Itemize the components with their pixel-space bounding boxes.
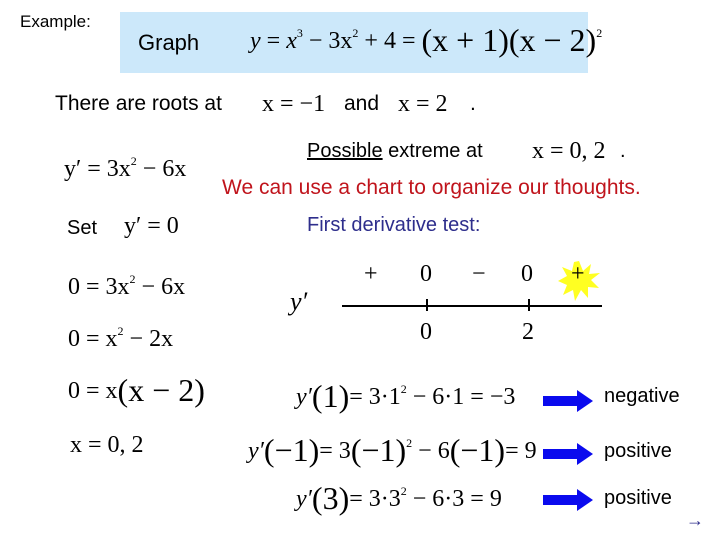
eq-term2-exp: 2 (352, 26, 359, 40)
right-arrow-icon (543, 390, 593, 412)
deriv-rhs: − 6x (142, 156, 187, 182)
solve-step-2: 0 = x2 − 2x (68, 324, 174, 353)
eq-term2: − 3x (308, 28, 353, 54)
possible-underlined: Possible (307, 140, 383, 162)
step-exp: 2 (129, 272, 136, 286)
solve-step-4: x = 0, 2 (70, 432, 144, 458)
chart-message: We can use a chart to organize our thoug… (222, 176, 641, 199)
sign-at-2: 0 (521, 261, 533, 287)
eq-term3: + 4 = (364, 28, 416, 54)
sign-chart-label: y′ (290, 287, 308, 316)
eval-paren: (−1) (350, 432, 407, 468)
step-pre: 0 = x (68, 326, 118, 352)
sign-interval-2: − (472, 261, 486, 287)
eval-exp: 2 (400, 382, 407, 396)
right-arrow-icon (543, 489, 593, 511)
graph-equation: y = x3 − 3x2 + 4 = (x + 1)(x − 2)2 (250, 24, 603, 56)
eval-arg: (3) (311, 480, 350, 516)
step-exp: 2 (117, 324, 124, 338)
eq-term1-exp: 3 (296, 26, 303, 40)
evaluation-2: y′(−1)= 3(−1)2 − 6(−1)= 9 (248, 434, 537, 466)
critical-point-0: 0 (420, 319, 432, 345)
roots-and: and (344, 92, 380, 115)
step-paren: (x − 2) (117, 372, 205, 408)
result-1: negative (604, 385, 680, 407)
evaluation-3: y′(3)= 3·32 − 6·3 = 9 (296, 482, 502, 514)
sign-at-0: 0 (420, 261, 432, 287)
next-slide-icon[interactable]: → (686, 510, 704, 531)
eval-lhs: y′ (296, 486, 312, 512)
deriv-lhs: y′ = 3x (64, 156, 131, 182)
solve-step-3: 0 = x(x − 2) (68, 374, 205, 406)
eval-rhs-b: − 6·3 = 9 (412, 486, 502, 512)
eq-equals: = (266, 28, 281, 54)
eq-term1: x (286, 28, 297, 54)
step-pre: 0 = x (68, 378, 118, 404)
set-label: Set (67, 217, 98, 239)
roots-text: There are roots at (55, 92, 222, 115)
tick-2 (528, 299, 530, 311)
number-line (342, 305, 602, 307)
tick-0 (426, 299, 428, 311)
eval-rhs-a: = 3·3 (349, 486, 401, 512)
roots-period: . (470, 92, 476, 115)
eval-rhs-a: = 3·1 (349, 384, 401, 410)
root-1: x = −1 (262, 91, 326, 117)
root-2: x = 2 (398, 91, 448, 117)
eval-rhs-b: − 6·1 = −3 (412, 384, 516, 410)
solve-step-1: 0 = 3x2 − 6x (68, 272, 186, 301)
eval-arg: (1) (311, 378, 350, 414)
deriv-exp: 2 (130, 154, 137, 168)
first-derivative-test-label: First derivative test: (307, 214, 481, 236)
set-equation: y′ = 0 (124, 213, 179, 239)
eval-paren2: (−1) (449, 432, 506, 468)
eq-lhs: y (250, 28, 261, 54)
result-2: positive (604, 440, 672, 462)
derivative-equation: y′ = 3x2 − 6x (64, 154, 187, 183)
eval-arg: (−1) (263, 432, 320, 468)
eval-rhs-a: = 3 (319, 438, 351, 464)
right-arrow-icon (543, 443, 593, 465)
eval-lhs: y′ (296, 384, 312, 410)
eval-rhs-c: = 9 (505, 438, 537, 464)
step-post: − 2x (129, 326, 174, 352)
eq-factor1: (x + 1) (421, 22, 509, 58)
step-post: − 6x (141, 274, 186, 300)
graph-label: Graph (138, 30, 200, 55)
possible-values: x = 0, 2 (532, 138, 606, 164)
eval-lhs: y′ (248, 438, 264, 464)
critical-point-2: 2 (522, 319, 534, 345)
sign-interval-1: + (364, 261, 378, 287)
possible-extreme-text: Possible extreme at (307, 140, 483, 163)
result-3: positive (604, 487, 672, 509)
example-label: Example: (20, 12, 91, 31)
possible-period: . (620, 140, 626, 162)
eval-exp: 2 (400, 484, 407, 498)
step-pre: 0 = 3x (68, 274, 130, 300)
eval-exp: 2 (406, 436, 413, 450)
eval-rhs-b: − 6 (418, 438, 450, 464)
possible-rest: extreme at (382, 140, 483, 162)
sign-interval-3: + (571, 261, 585, 287)
eq-factor2: (x − 2) (508, 22, 597, 58)
eq-factor2-exp: 2 (596, 26, 603, 40)
evaluation-1: y′(1)= 3·12 − 6·1 = −3 (296, 380, 516, 412)
sign-chart: y′ + 0 − 0 + 0 2 (280, 255, 620, 355)
